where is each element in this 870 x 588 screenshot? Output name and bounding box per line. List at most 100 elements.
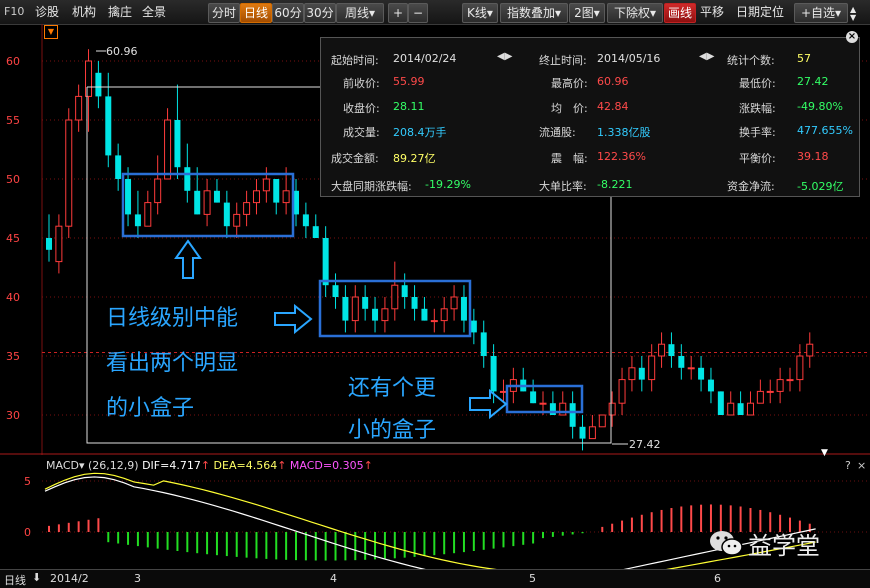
- candle: [756, 379, 764, 404]
- candle: [362, 285, 369, 321]
- candle: [372, 297, 379, 333]
- bigorder-value: -8.221: [597, 178, 633, 191]
- tab-30min[interactable]: 30分: [304, 3, 336, 23]
- graph-count-dropdown[interactable]: 2图▾: [569, 3, 605, 23]
- candle-body: [460, 297, 467, 321]
- candle-body: [203, 190, 211, 215]
- candle: [174, 84, 181, 179]
- macd-title-dropdown[interactable]: MACD▾: [46, 459, 85, 472]
- date-locate-button[interactable]: 日期定位: [736, 3, 784, 21]
- macd-y-tick: 5: [24, 475, 31, 488]
- top-toolbar: F10 诊股 机构 擒庄 全景 分时 日线 60分 30分 周线▾ + − K线…: [0, 0, 870, 25]
- candle-body: [381, 308, 389, 322]
- candle: [687, 356, 695, 380]
- candle: [125, 167, 132, 227]
- zoom-in-button[interactable]: +: [388, 3, 408, 23]
- tab-weekly-dropdown[interactable]: 周线▾: [336, 3, 384, 23]
- candle-body: [421, 308, 428, 321]
- adjust-dropdown[interactable]: 下除权▾: [607, 3, 663, 23]
- candle-body: [490, 356, 497, 392]
- start-time-value: 2014/02/24: [393, 52, 457, 65]
- candle-body: [628, 367, 636, 381]
- candle: [678, 344, 685, 380]
- netflow-label: 资金净流:: [727, 180, 775, 193]
- kline-dropdown[interactable]: K线▾: [462, 3, 498, 23]
- macd-close-icon[interactable]: ×: [857, 459, 866, 472]
- balance-label: 平衡价:: [739, 152, 776, 165]
- candle-body: [440, 308, 448, 322]
- candle-body: [164, 119, 172, 180]
- candle-body: [174, 120, 181, 168]
- candle: [707, 367, 714, 404]
- candle: [608, 391, 616, 427]
- candle: [203, 179, 211, 227]
- amplitude-value: 122.36%: [597, 150, 646, 163]
- y-tick-label: 60: [6, 55, 20, 68]
- menu-panorama[interactable]: 全景: [142, 3, 166, 21]
- candle-body: [668, 344, 675, 356]
- pan-button[interactable]: 平移: [700, 3, 724, 21]
- candle-body: [233, 213, 241, 227]
- start-time-stepper-icon[interactable]: ◀▶: [497, 51, 512, 62]
- change-label: 涨跌幅:: [739, 102, 776, 115]
- close-icon[interactable]: ×: [846, 31, 858, 43]
- candle: [391, 261, 399, 321]
- candle: [638, 356, 645, 392]
- candle: [381, 297, 389, 333]
- start-time-label: 起始时间:: [331, 54, 379, 67]
- candle-body: [273, 179, 280, 203]
- candle-body: [678, 356, 685, 368]
- candle-body: [470, 320, 477, 333]
- candle: [806, 332, 814, 368]
- candle-body: [499, 390, 507, 393]
- candle-body: [450, 296, 458, 310]
- date-label-may: 5: [529, 572, 536, 585]
- high-label: 最高价:: [551, 77, 588, 90]
- candle: [252, 179, 260, 215]
- candle: [312, 214, 319, 238]
- tab-intraday[interactable]: 分时: [208, 3, 240, 23]
- candle: [243, 190, 251, 227]
- candle: [717, 391, 724, 415]
- drawline-button[interactable]: 画线: [664, 3, 696, 23]
- tab-60min[interactable]: 60分: [272, 3, 304, 23]
- date-label-apr: 4: [330, 572, 337, 585]
- candle-body: [282, 190, 290, 204]
- avg-label: 均 价:: [551, 102, 588, 115]
- menu-capture[interactable]: 擒庄: [108, 3, 132, 21]
- period-arrow-icon[interactable]: ⬇: [32, 571, 41, 584]
- period-selector[interactable]: 日线: [4, 572, 26, 588]
- candle: [746, 391, 754, 416]
- menu-institution[interactable]: 机构: [72, 3, 96, 21]
- add-watchlist-dropdown[interactable]: +自选▾: [794, 3, 848, 23]
- candle: [154, 155, 162, 215]
- candle: [460, 285, 467, 333]
- candle-body: [480, 332, 487, 356]
- candle: [273, 179, 280, 215]
- candle: [134, 190, 141, 238]
- candle: [223, 190, 230, 238]
- index-overlay-dropdown[interactable]: 指数叠加▾: [500, 3, 568, 23]
- end-time-stepper-icon[interactable]: ◀▶: [699, 51, 714, 62]
- candle-body: [351, 296, 359, 322]
- end-time-value: 2014/05/16: [597, 52, 661, 65]
- macd-help-icon[interactable]: ?: [845, 459, 851, 472]
- tab-daily[interactable]: 日线: [240, 3, 272, 23]
- candle-body: [806, 343, 814, 357]
- annotation-line-2: 看出两个明显: [106, 351, 239, 376]
- candle-body: [530, 391, 537, 404]
- candle: [401, 273, 408, 309]
- amount-label: 成交金额:: [331, 152, 379, 165]
- scroll-marker-icon: ▼: [821, 448, 828, 458]
- candle-body: [134, 214, 141, 227]
- end-time-label: 终止时间:: [539, 54, 587, 67]
- f10-button[interactable]: F10: [4, 3, 24, 21]
- indicator-menu-icon[interactable]: ▼: [44, 25, 58, 39]
- bottom-axis-bar: 日线 ⬇ 2014/2 3 4 5 6: [0, 569, 870, 588]
- zoom-out-button[interactable]: −: [408, 3, 428, 23]
- candle: [115, 143, 122, 191]
- y-tick-label: 30: [6, 409, 20, 422]
- candle: [588, 415, 596, 440]
- menu-diagnose[interactable]: 诊股: [35, 3, 59, 21]
- high-value-label: 60.96: [106, 45, 138, 58]
